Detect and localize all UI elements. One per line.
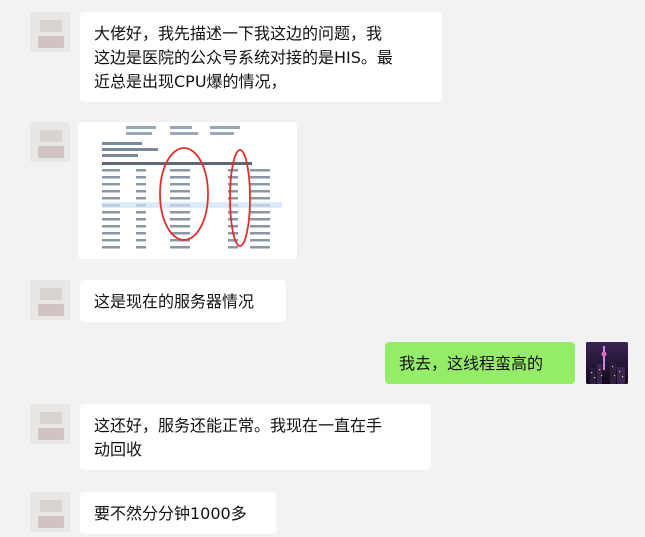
message-bubble[interactable]: 这是现在的服务器情况: [80, 280, 286, 322]
server-screenshot-thumbnail: [78, 122, 297, 259]
avatar-blur: [40, 20, 62, 32]
user-avatar[interactable]: [586, 342, 628, 384]
contact-avatar[interactable]: [30, 122, 70, 162]
message-text: 动回收: [94, 440, 143, 459]
avatar-blur: [38, 428, 64, 440]
contact-avatar[interactable]: [30, 404, 70, 444]
contact-avatar[interactable]: [30, 12, 70, 52]
message-bubble[interactable]: 大佬好，我先描述一下我这边的问题，我 这边是医院的公众号系统对接的是HIS。最 …: [80, 12, 442, 102]
night-city-photo: [586, 342, 628, 384]
message-text: 我去，这线程蛮高的: [399, 354, 544, 373]
message-text: 这边是医院的公众号系统对接的是HIS。最: [94, 48, 393, 67]
avatar-blur: [38, 146, 64, 158]
avatar-blur: [40, 288, 62, 300]
avatar-blur: [40, 412, 62, 424]
avatar-blur: [38, 36, 64, 48]
message-text: 大佬好，我先描述一下我这边的问题，我: [94, 24, 383, 43]
message-text: 近总是出现CPU爆的情况，: [94, 72, 287, 91]
message-bubble[interactable]: 这还好，服务还能正常。我现在一直在手 动回收: [80, 404, 431, 470]
message-bubble-self[interactable]: 我去，这线程蛮高的: [385, 342, 575, 384]
message-text: 这是现在的服务器情况: [94, 292, 255, 311]
contact-avatar[interactable]: [30, 492, 70, 532]
avatar-blur: [38, 304, 64, 316]
message-bubble[interactable]: 要不然分分钟1000多: [80, 492, 276, 534]
image-message[interactable]: [78, 122, 297, 259]
contact-avatar[interactable]: [30, 280, 70, 320]
avatar-blur: [40, 130, 62, 142]
avatar-blur: [38, 516, 64, 528]
message-text: 要不然分分钟1000多: [94, 504, 247, 523]
message-text: 这还好，服务还能正常。我现在一直在手: [94, 416, 383, 435]
avatar-blur: [40, 500, 62, 512]
